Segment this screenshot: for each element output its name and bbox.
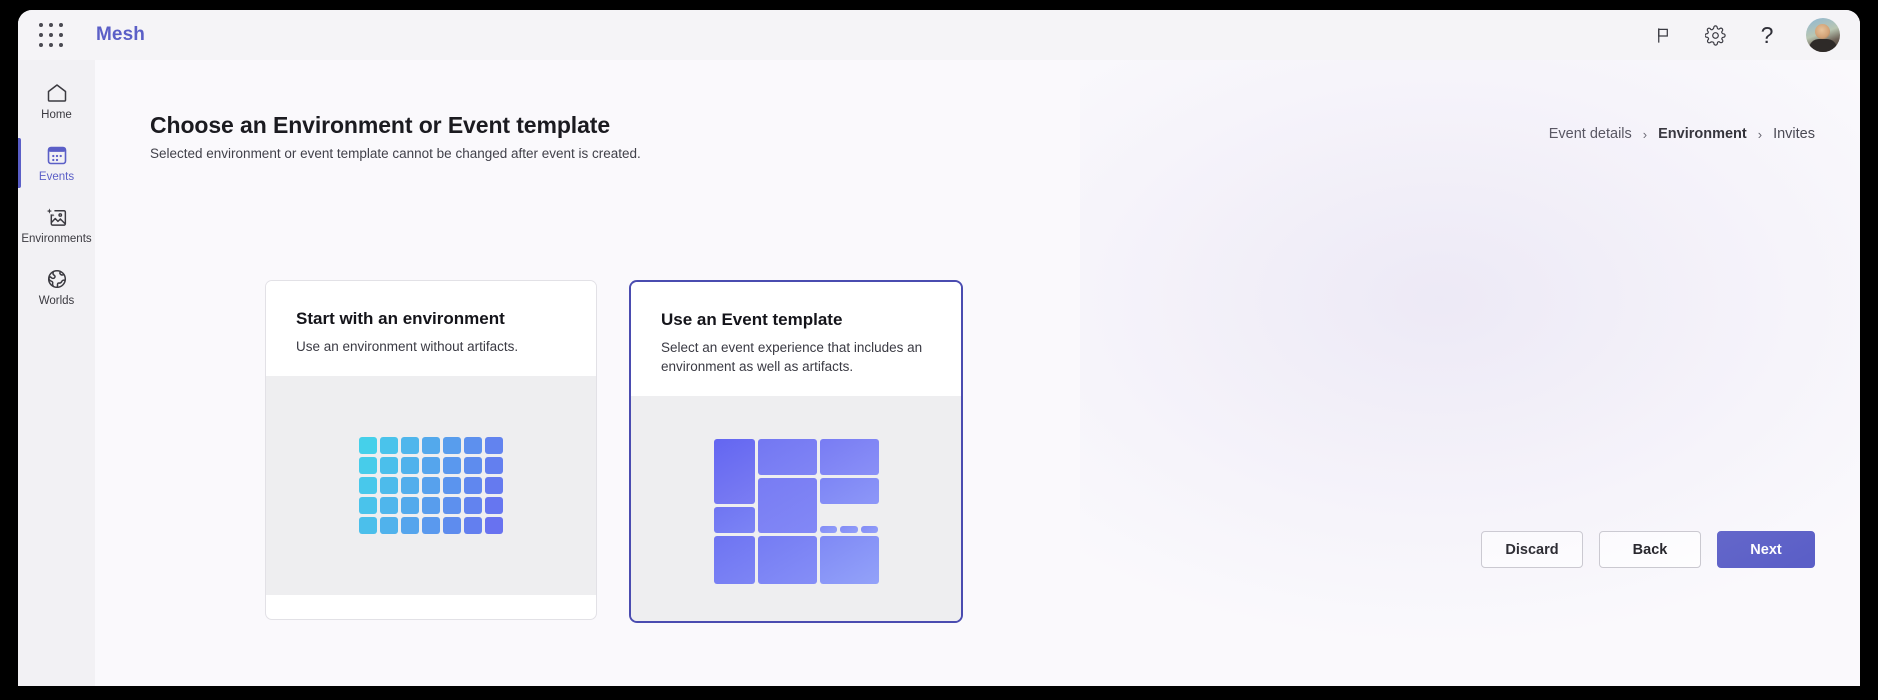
grid-tile bbox=[464, 457, 482, 475]
sidebar-item-home[interactable]: Home bbox=[18, 70, 95, 132]
grid-tile bbox=[401, 497, 419, 515]
breadcrumb-item-invites[interactable]: Invites bbox=[1773, 126, 1815, 142]
app-window: Mesh ? Home Events Environments Worlds C… bbox=[18, 10, 1860, 686]
grid-tile bbox=[443, 497, 461, 515]
discard-button[interactable]: Discard bbox=[1481, 531, 1583, 568]
back-button[interactable]: Back bbox=[1599, 531, 1701, 568]
grid-tile bbox=[380, 457, 398, 475]
mosaic-tile bbox=[819, 525, 838, 533]
mosaic-tiles bbox=[713, 438, 879, 584]
mosaic-tile bbox=[757, 535, 817, 584]
avatar[interactable] bbox=[1806, 18, 1840, 52]
grid-tile bbox=[485, 457, 503, 475]
card-description: Use an environment without artifacts. bbox=[296, 339, 519, 354]
grid-tile bbox=[422, 517, 440, 535]
card-text: Use an Event template Select an event ex… bbox=[631, 282, 961, 397]
grid-tile bbox=[359, 477, 377, 495]
mosaic-tile bbox=[840, 525, 858, 533]
grid-tile bbox=[380, 517, 398, 535]
gear-icon[interactable] bbox=[1702, 22, 1728, 48]
grid-tile bbox=[401, 437, 419, 455]
page-header-text: Choose an Environment or Event template … bbox=[150, 112, 641, 161]
sidebar-item-label: Events bbox=[38, 171, 75, 184]
mosaic-tile bbox=[713, 535, 755, 584]
grid-tile bbox=[380, 437, 398, 455]
grid-tile bbox=[485, 517, 503, 535]
card-title: Start with an environment bbox=[296, 309, 505, 328]
sidebar-item-events[interactable]: Events bbox=[18, 132, 95, 194]
option-card-start-with-environment[interactable]: Start with an environment Use an environ… bbox=[265, 280, 597, 620]
grid-tile bbox=[422, 437, 440, 455]
grid-tile bbox=[422, 477, 440, 495]
grid-tile bbox=[422, 497, 440, 515]
grid-tile bbox=[464, 477, 482, 495]
grid-tile bbox=[443, 437, 461, 455]
grid-tile bbox=[401, 477, 419, 495]
sidebar-item-label: Environments bbox=[21, 233, 92, 246]
template-options: Start with an environment Use an environ… bbox=[265, 280, 963, 623]
page-header: Choose an Environment or Event template … bbox=[150, 112, 1815, 161]
app-launcher-icon[interactable] bbox=[38, 22, 64, 48]
mosaic-tile bbox=[757, 438, 817, 475]
chevron-right-icon: › bbox=[1757, 126, 1763, 142]
image-sparkle-icon bbox=[44, 204, 69, 230]
mosaic-tile bbox=[860, 525, 879, 533]
breadcrumb-item-environment[interactable]: Environment bbox=[1658, 126, 1747, 142]
app-brand-title: Mesh bbox=[96, 24, 145, 45]
chevron-right-icon: › bbox=[1642, 126, 1648, 142]
grid-tile bbox=[443, 477, 461, 495]
globe-icon bbox=[45, 266, 69, 292]
page-title: Choose an Environment or Event template bbox=[150, 112, 611, 138]
option-card-use-event-template[interactable]: Use an Event template Select an event ex… bbox=[629, 280, 963, 623]
grid-tile bbox=[359, 437, 377, 455]
grid-tile bbox=[401, 517, 419, 535]
main-content: Choose an Environment or Event template … bbox=[95, 60, 1860, 686]
sidebar: Home Events Environments Worlds bbox=[18, 60, 95, 686]
card-description: Select an event experience that includes… bbox=[661, 340, 923, 375]
mosaic-tiles-illustration bbox=[631, 396, 961, 621]
grid-tile bbox=[359, 517, 377, 535]
grid-tiles-illustration bbox=[266, 376, 596, 595]
grid-tile bbox=[443, 517, 461, 535]
mosaic-tile-group bbox=[819, 507, 879, 533]
next-button[interactable]: Next bbox=[1717, 531, 1815, 568]
grid-tile bbox=[485, 437, 503, 455]
grid-tile bbox=[422, 457, 440, 475]
grid-tile bbox=[464, 437, 482, 455]
mosaic-tile bbox=[819, 477, 879, 504]
mosaic-tile bbox=[713, 506, 755, 533]
calendar-icon bbox=[45, 142, 69, 168]
mosaic-tile bbox=[757, 477, 817, 533]
grid-tile bbox=[464, 497, 482, 515]
grid-tile bbox=[380, 477, 398, 495]
top-bar: Mesh ? bbox=[18, 10, 1860, 60]
grid-tile bbox=[401, 457, 419, 475]
breadcrumb-item-event-details[interactable]: Event details bbox=[1549, 126, 1632, 142]
mosaic-tile bbox=[819, 438, 879, 475]
mosaic-tile bbox=[819, 535, 879, 584]
grid-tile bbox=[485, 477, 503, 495]
grid-tiles bbox=[359, 437, 503, 535]
sidebar-item-label: Worlds bbox=[38, 295, 75, 308]
flag-icon[interactable] bbox=[1650, 22, 1676, 48]
mosaic-tile bbox=[713, 438, 755, 504]
grid-tile bbox=[485, 497, 503, 515]
wizard-footer-actions: Discard Back Next bbox=[1481, 531, 1815, 568]
sidebar-item-environments[interactable]: Environments bbox=[18, 194, 95, 256]
grid-tile bbox=[464, 517, 482, 535]
sidebar-item-worlds[interactable]: Worlds bbox=[18, 256, 95, 318]
grid-tile bbox=[359, 497, 377, 515]
card-text: Start with an environment Use an environ… bbox=[266, 281, 596, 377]
breadcrumb: Event details › Environment › Invites bbox=[1549, 112, 1815, 142]
help-icon[interactable]: ? bbox=[1754, 22, 1780, 48]
card-title: Use an Event template bbox=[661, 310, 843, 329]
sidebar-item-label: Home bbox=[41, 109, 72, 122]
top-bar-actions: ? bbox=[1650, 18, 1860, 52]
grid-tile bbox=[380, 497, 398, 515]
home-icon bbox=[45, 80, 69, 106]
grid-tile bbox=[443, 457, 461, 475]
page-subtitle: Selected environment or event template c… bbox=[150, 146, 641, 161]
grid-tile bbox=[359, 457, 377, 475]
